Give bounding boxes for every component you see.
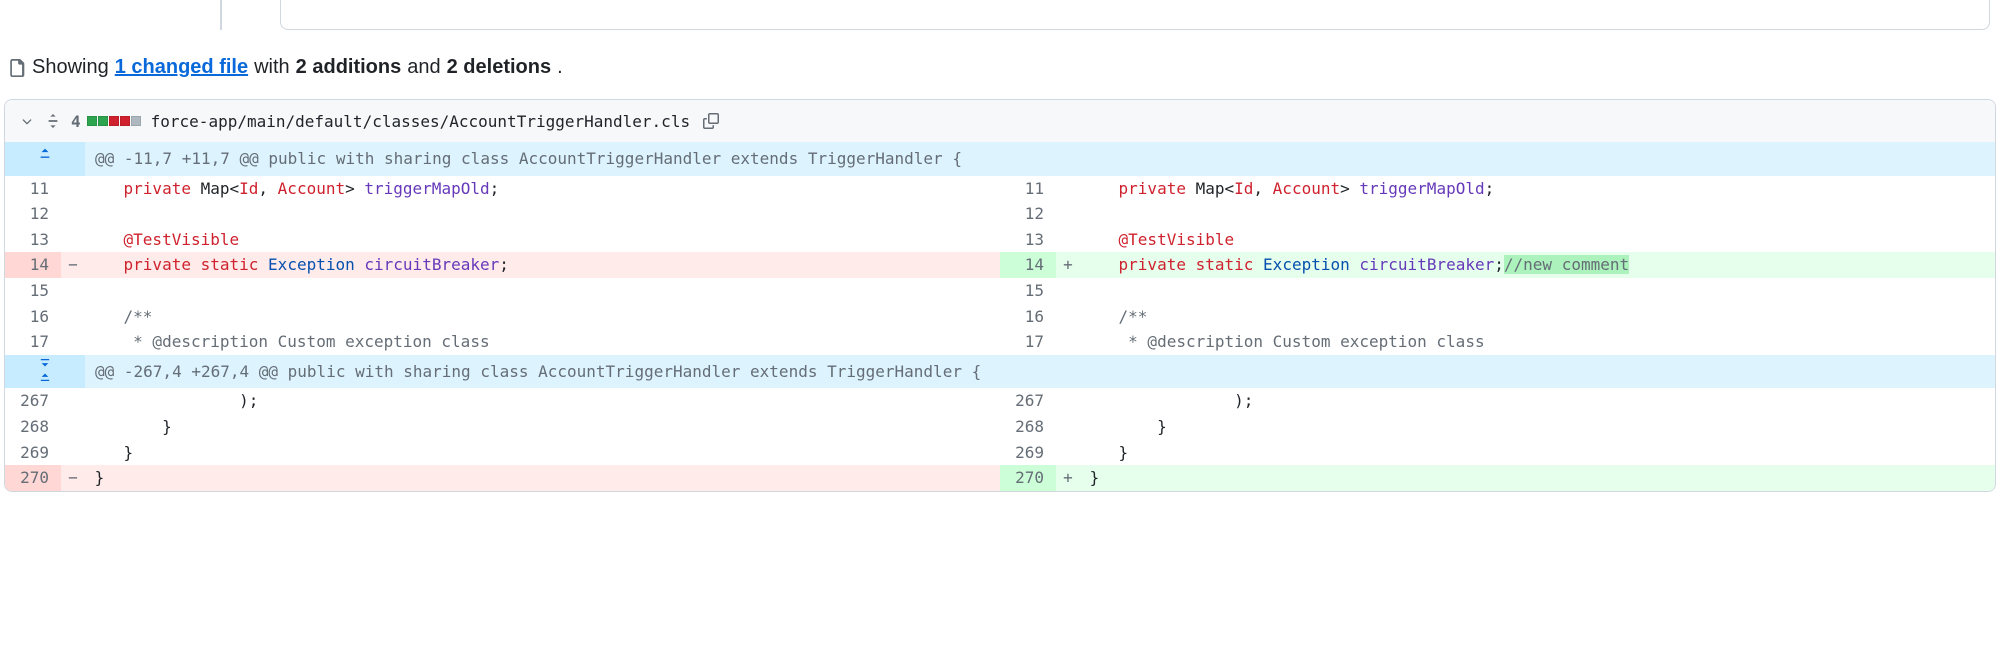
diff-row: 13 @TestVisible 13 @TestVisible	[5, 227, 1995, 253]
line-num-new[interactable]: 15	[1000, 278, 1056, 304]
summary-period: .	[557, 56, 563, 79]
code-new[interactable]: }	[1080, 465, 1995, 491]
code-old[interactable]: );	[85, 388, 1000, 414]
diff-row: 11 private Map<Id, Account> triggerMapOl…	[5, 176, 1995, 202]
line-num-new[interactable]: 17	[1000, 329, 1056, 355]
code-old[interactable]	[85, 201, 1000, 227]
file-diff-icon	[8, 59, 26, 77]
code-old[interactable]: private static Exception circuitBreaker;	[85, 252, 1000, 278]
expand-up-button[interactable]	[5, 142, 85, 176]
line-num-new[interactable]: 268	[1000, 414, 1056, 440]
collapse-toggle[interactable]	[19, 113, 35, 129]
line-num-old[interactable]: 12	[5, 201, 61, 227]
line-num-new[interactable]: 16	[1000, 304, 1056, 330]
diff-summary: Showing 1 changed file with 2 additions …	[0, 40, 2000, 95]
line-num-new[interactable]: 267	[1000, 388, 1056, 414]
summary-showing: Showing	[32, 56, 109, 79]
line-num-new[interactable]: 270	[1000, 465, 1056, 491]
diff-table: @@ -11,7 +11,7 @@ public with sharing cl…	[5, 142, 1995, 491]
minus-sign: −	[61, 465, 85, 491]
code-old[interactable]: private Map<Id, Account> triggerMapOld;	[85, 176, 1000, 202]
code-old[interactable]: * @description Custom exception class	[85, 329, 1000, 355]
diffstat-add-block	[87, 116, 97, 126]
diffstat-neutral-block	[131, 116, 141, 126]
minus-sign: −	[61, 252, 85, 278]
code-old[interactable]: }	[85, 440, 1000, 466]
line-num-new[interactable]: 13	[1000, 227, 1056, 253]
expand-both-button[interactable]	[5, 355, 85, 389]
line-num-old[interactable]: 15	[5, 278, 61, 304]
line-num-old[interactable]: 14	[5, 252, 61, 278]
line-num-old[interactable]: 17	[5, 329, 61, 355]
plus-sign: +	[1056, 465, 1080, 491]
file-header: 4 force-app/main/default/classes/Account…	[5, 100, 1995, 142]
code-new[interactable]: @TestVisible	[1080, 227, 1995, 253]
diff-row: 15 15	[5, 278, 1995, 304]
diff-row: 17 * @description Custom exception class…	[5, 329, 1995, 355]
line-num-old[interactable]: 269	[5, 440, 61, 466]
diff-row: 12 12	[5, 201, 1995, 227]
code-old[interactable]: /**	[85, 304, 1000, 330]
summary-deletions: 2 deletions	[447, 56, 551, 79]
diff-row: 269 } 269 }	[5, 440, 1995, 466]
diff-row: 16 /** 16 /**	[5, 304, 1995, 330]
code-new[interactable]	[1080, 278, 1995, 304]
copy-path-button[interactable]	[700, 110, 722, 132]
file-path[interactable]: force-app/main/default/classes/AccountTr…	[151, 112, 690, 131]
code-old[interactable]	[85, 278, 1000, 304]
diffstat-count: 4	[71, 112, 81, 131]
review-box-bottom	[280, 0, 1990, 30]
inline-added-text: //new comment	[1504, 255, 1629, 274]
line-sign	[1056, 176, 1080, 202]
summary-and: and	[407, 56, 440, 79]
code-new[interactable]: );	[1080, 388, 1995, 414]
code-new[interactable]: * @description Custom exception class	[1080, 329, 1995, 355]
diff-row-deletion: 14 − private static Exception circuitBre…	[5, 252, 1995, 278]
code-new[interactable]: }	[1080, 414, 1995, 440]
code-new[interactable]: private Map<Id, Account> triggerMapOld;	[1080, 176, 1995, 202]
diffstat-del-block	[109, 116, 119, 126]
diffstat-del-block	[120, 116, 130, 126]
changed-files-link[interactable]: 1 changed file	[115, 56, 248, 79]
line-num-old[interactable]: 13	[5, 227, 61, 253]
hunk-header: @@ -11,7 +11,7 @@ public with sharing cl…	[5, 142, 1995, 176]
line-num-new[interactable]: 14	[1000, 252, 1056, 278]
code-new[interactable]	[1080, 201, 1995, 227]
diffstat-blocks	[87, 116, 141, 126]
diffstat-add-block	[98, 116, 108, 126]
summary-with: with	[254, 56, 290, 79]
line-num-old[interactable]: 267	[5, 388, 61, 414]
line-num-new[interactable]: 12	[1000, 201, 1056, 227]
diff-row: 267 ); 267 );	[5, 388, 1995, 414]
code-old[interactable]: }	[85, 465, 1000, 491]
hunk-header: @@ -267,4 +267,4 @@ public with sharing …	[5, 355, 1995, 389]
line-num-old[interactable]: 268	[5, 414, 61, 440]
code-new[interactable]: private static Exception circuitBreaker;…	[1080, 252, 1995, 278]
hunk-text: @@ -11,7 +11,7 @@ public with sharing cl…	[85, 142, 1995, 176]
expand-all-icon[interactable]	[45, 111, 61, 131]
line-num-old[interactable]: 270	[5, 465, 61, 491]
code-new[interactable]: }	[1080, 440, 1995, 466]
code-old[interactable]: }	[85, 414, 1000, 440]
file-diff-block: 4 force-app/main/default/classes/Account…	[4, 99, 1996, 492]
line-sign	[61, 176, 85, 202]
review-thread-area	[0, 0, 2000, 40]
line-num-old[interactable]: 16	[5, 304, 61, 330]
line-num-new[interactable]: 11	[1000, 176, 1056, 202]
timeline-line	[220, 0, 222, 30]
line-num-new[interactable]: 269	[1000, 440, 1056, 466]
summary-additions: 2 additions	[296, 56, 402, 79]
code-new[interactable]: /**	[1080, 304, 1995, 330]
hunk-text: @@ -267,4 +267,4 @@ public with sharing …	[85, 355, 1995, 389]
diff-row: 268 } 268 }	[5, 414, 1995, 440]
diffstat: 4	[71, 112, 141, 131]
line-num-old[interactable]: 11	[5, 176, 61, 202]
code-old[interactable]: @TestVisible	[85, 227, 1000, 253]
diff-row-deletion: 270 − } 270 + }	[5, 465, 1995, 491]
plus-sign: +	[1056, 252, 1080, 278]
